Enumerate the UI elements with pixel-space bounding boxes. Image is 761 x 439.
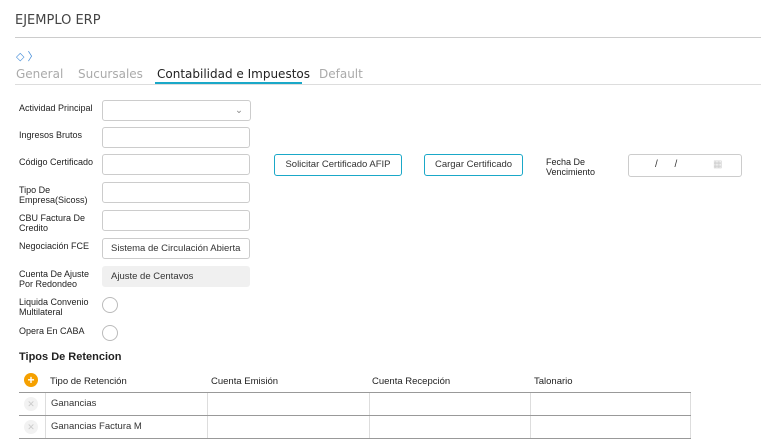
header-cuenta-emision: Cuenta Emisión [211, 376, 279, 387]
cell-talonario[interactable] [530, 416, 691, 438]
table-row: ✕ Ganancias Factura M [19, 416, 691, 439]
codigo-input[interactable] [102, 154, 250, 175]
divider [15, 37, 761, 38]
tab-contabilidad[interactable]: Contabilidad e Impuestos [157, 67, 310, 81]
tab-default[interactable]: Default [319, 67, 363, 81]
tag-icon: ◇ [16, 51, 25, 63]
cargar-certificado-button[interactable]: Cargar Certificado [424, 154, 523, 176]
fecha-input[interactable]: / / ▦ [628, 154, 742, 177]
tipo-empresa-input[interactable] [102, 182, 250, 203]
tipo-empresa-label: Tipo De Empresa(Sicoss) [19, 185, 88, 205]
app-title: EJEMPLO ERP [15, 13, 101, 28]
cell-cuenta-emision[interactable] [207, 393, 369, 415]
liquida-convenio-radio[interactable] [102, 297, 118, 313]
remove-row-icon[interactable]: ✕ [24, 397, 38, 411]
cuenta-ajuste-input[interactable]: Ajuste de Centavos [102, 266, 250, 287]
cuenta-ajuste-label: Cuenta De Ajuste Por Redondeo [19, 269, 90, 289]
remove-row-icon[interactable]: ✕ [24, 420, 38, 434]
retenciones-title: Tipos De Retencion [19, 351, 122, 363]
fecha-value: / / [655, 159, 678, 170]
actividad-select[interactable]: ⌄ [102, 100, 251, 121]
cbu-label: CBU Factura De Credito [19, 213, 86, 233]
negociacion-input[interactable]: Sistema de Circulación Abierta [102, 238, 250, 259]
tabs-divider [15, 84, 761, 85]
cell-talonario[interactable] [530, 393, 691, 415]
solicitar-certificado-button[interactable]: Solicitar Certificado AFIP [274, 154, 402, 176]
actividad-label: Actividad Principal [19, 103, 93, 113]
table-row: ✕ Ganancias [19, 393, 691, 416]
chevron-right-icon: 〉 [27, 51, 39, 63]
cbu-input[interactable] [102, 210, 250, 231]
tab-sucursales[interactable]: Sucursales [78, 67, 143, 81]
cell-cuenta-recepcion[interactable] [369, 416, 530, 438]
header-cuenta-recepcion: Cuenta Recepción [372, 376, 451, 387]
chevron-down-icon: ⌄ [235, 105, 243, 116]
codigo-label: Código Certificado [19, 157, 94, 167]
calendar-icon[interactable]: ▦ [713, 159, 722, 170]
cell-tipo[interactable]: Ganancias [45, 393, 207, 415]
liquida-convenio-label: Liquida Convenio Multilateral [19, 297, 89, 317]
cell-cuenta-emision[interactable] [207, 416, 369, 438]
header-tipo: Tipo de Retención [50, 376, 127, 387]
fecha-label: Fecha De Vencimiento [546, 157, 596, 177]
add-retencion-button[interactable]: + [24, 373, 38, 387]
plus-icon: + [27, 373, 35, 387]
cell-cuenta-recepcion[interactable] [369, 393, 530, 415]
tab-general[interactable]: General [16, 67, 63, 81]
breadcrumb[interactable]: ◇ 〉 [16, 48, 39, 64]
active-tab-indicator [155, 82, 302, 84]
negociacion-label: Negociación FCE [19, 241, 90, 251]
cell-tipo[interactable]: Ganancias Factura M [45, 416, 207, 438]
ingresos-input[interactable] [102, 127, 250, 148]
opera-caba-label: Opera En CABA [19, 326, 85, 336]
opera-caba-radio[interactable] [102, 325, 118, 341]
header-talonario: Talonario [534, 376, 573, 387]
ingresos-label: Ingresos Brutos [19, 130, 83, 140]
